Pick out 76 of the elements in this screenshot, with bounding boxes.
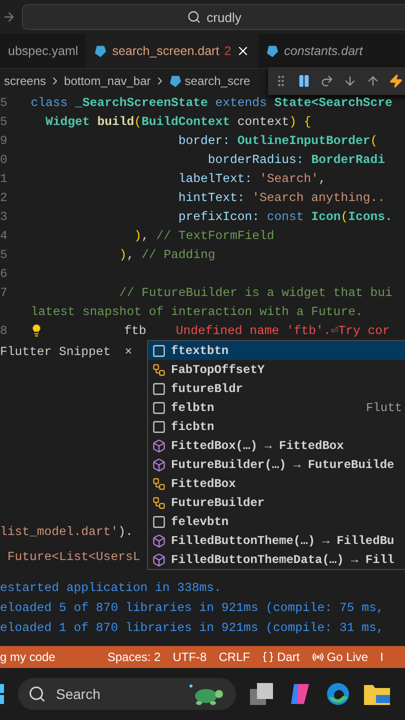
folder-icon[interactable]: [364, 683, 390, 705]
cube-icon: [152, 458, 166, 472]
cube-icon: [152, 534, 166, 548]
cube-icon: [152, 552, 166, 566]
dart-file-icon: [168, 74, 182, 88]
suggestion-item[interactable]: FittedBox(…) → FittedBox: [148, 436, 405, 455]
cube-icon: [152, 438, 166, 452]
suggestion-item[interactable]: ftextbtn: [148, 341, 405, 360]
code-line: 1 labelText: 'Search',: [0, 170, 327, 188]
snippet-icon: [152, 382, 166, 396]
suggestion-item[interactable]: FittedBox: [148, 474, 405, 493]
code-line: 3 prefixIcon: const Icon(Icons.: [0, 208, 394, 226]
suggestion-item[interactable]: FutureBuilder: [148, 493, 405, 512]
snippet-icon: [152, 400, 166, 414]
suggestion-item[interactable]: felbtn Flutt: [148, 398, 405, 417]
suggestion-item[interactable]: FutureBuilder(…) → FutureBuilde: [148, 455, 405, 474]
code-line: 8 ftb Undefined name 'ftb'.⏎Try cor: [0, 322, 391, 340]
step-out-icon[interactable]: [366, 74, 380, 88]
code-line: 6: [0, 266, 8, 282]
terminal-line: estarted application in 338ms.: [0, 580, 222, 597]
status-item[interactable]: Spaces: 2: [107, 650, 161, 664]
dart-file-icon: [266, 44, 280, 58]
editor-tab[interactable]: search_screen.dart 2: [86, 34, 258, 68]
close-button[interactable]: ×: [124, 345, 132, 359]
code-line: list_model.dart').: [0, 524, 134, 540]
status-item[interactable]: Go Live: [312, 650, 368, 664]
status-item[interactable]: Dart: [262, 650, 300, 664]
braces-icon: [262, 651, 274, 663]
status-item[interactable]: g my code: [0, 650, 56, 664]
field-icon: [152, 476, 166, 490]
breadcrumb-item[interactable]: screens: [4, 74, 46, 88]
terminal-line: eloaded 1 of 870 libraries in 921ms (compile: 31 ms,: [0, 620, 385, 637]
status-item[interactable]: UTF-8: [172, 650, 207, 664]
dart-file-icon: [94, 44, 108, 58]
code-line: Future<List<UsersL: [6, 548, 142, 566]
code-line: 5 Widget build(BuildContext context) {: [0, 114, 312, 130]
broadcast-icon: [312, 651, 324, 663]
search-icon: [186, 10, 201, 24]
suggestion-item[interactable]: futureBldr: [148, 379, 405, 398]
code-line: 5 class _SearchScreenState extends State<SearchScre: [0, 94, 394, 112]
search-icon: [28, 685, 46, 703]
suggestion-item[interactable]: FilledButtonThemeData(…) → Fill: [148, 550, 405, 569]
command-search-field[interactable]: crudly: [22, 4, 405, 30]
taskbar-search-field[interactable]: Search: [18, 678, 236, 710]
snippet-icon: [152, 344, 166, 358]
step-into-icon[interactable]: [343, 74, 357, 88]
code-line: 4 ), // TextFormField: [0, 228, 276, 244]
code-line: 9 border: OutlineInputBorder(: [0, 132, 379, 150]
status-item[interactable]: CRLF: [218, 650, 250, 664]
lightning-icon[interactable]: [389, 74, 403, 88]
copilot-icon[interactable]: [288, 682, 312, 706]
code-line: 0 borderRadius: BorderRadi: [0, 152, 386, 168]
code-line: 5 ), // Padding: [0, 246, 216, 264]
terminal-line: eloaded 5 of 870 libraries in 921ms (compile: 75 ms,: [0, 600, 385, 617]
snippet-panel-title: Flutter Snippet: [0, 345, 111, 359]
windows-logo-icon[interactable]: [0, 684, 4, 704]
suggestion-item[interactable]: felevbtn: [148, 512, 405, 531]
breadcrumb-item[interactable]: bottom_nav_bar: [64, 74, 151, 88]
task-view-icon[interactable]: [250, 683, 274, 705]
field-icon: [152, 496, 166, 510]
suggestion-item[interactable]: FabTopOffsetY: [148, 360, 405, 379]
step-over-icon[interactable]: [320, 74, 334, 88]
suggestion-item[interactable]: FilledButtonTheme(…) → FilledBu: [148, 531, 405, 550]
field-icon: [152, 362, 166, 376]
code-line: 7 // FutureBuilder is a widget that bui: [0, 284, 394, 302]
lightbulb-icon[interactable]: [30, 324, 43, 337]
edge-icon[interactable]: [326, 682, 350, 706]
snippet-icon: [152, 420, 166, 434]
pause-icon[interactable]: [297, 74, 311, 88]
suggestion-item[interactable]: ficbtn: [148, 417, 405, 436]
code-line: 2 hintText: 'Search anything..: [0, 190, 386, 206]
breadcrumb-item[interactable]: search_scre: [184, 74, 250, 88]
snippet-icon: [152, 514, 166, 528]
status-item[interactable]: I: [380, 650, 384, 664]
forward-arrow-icon[interactable]: [2, 10, 16, 24]
code-line: latest snapshot of interaction with a Future.: [30, 304, 364, 320]
